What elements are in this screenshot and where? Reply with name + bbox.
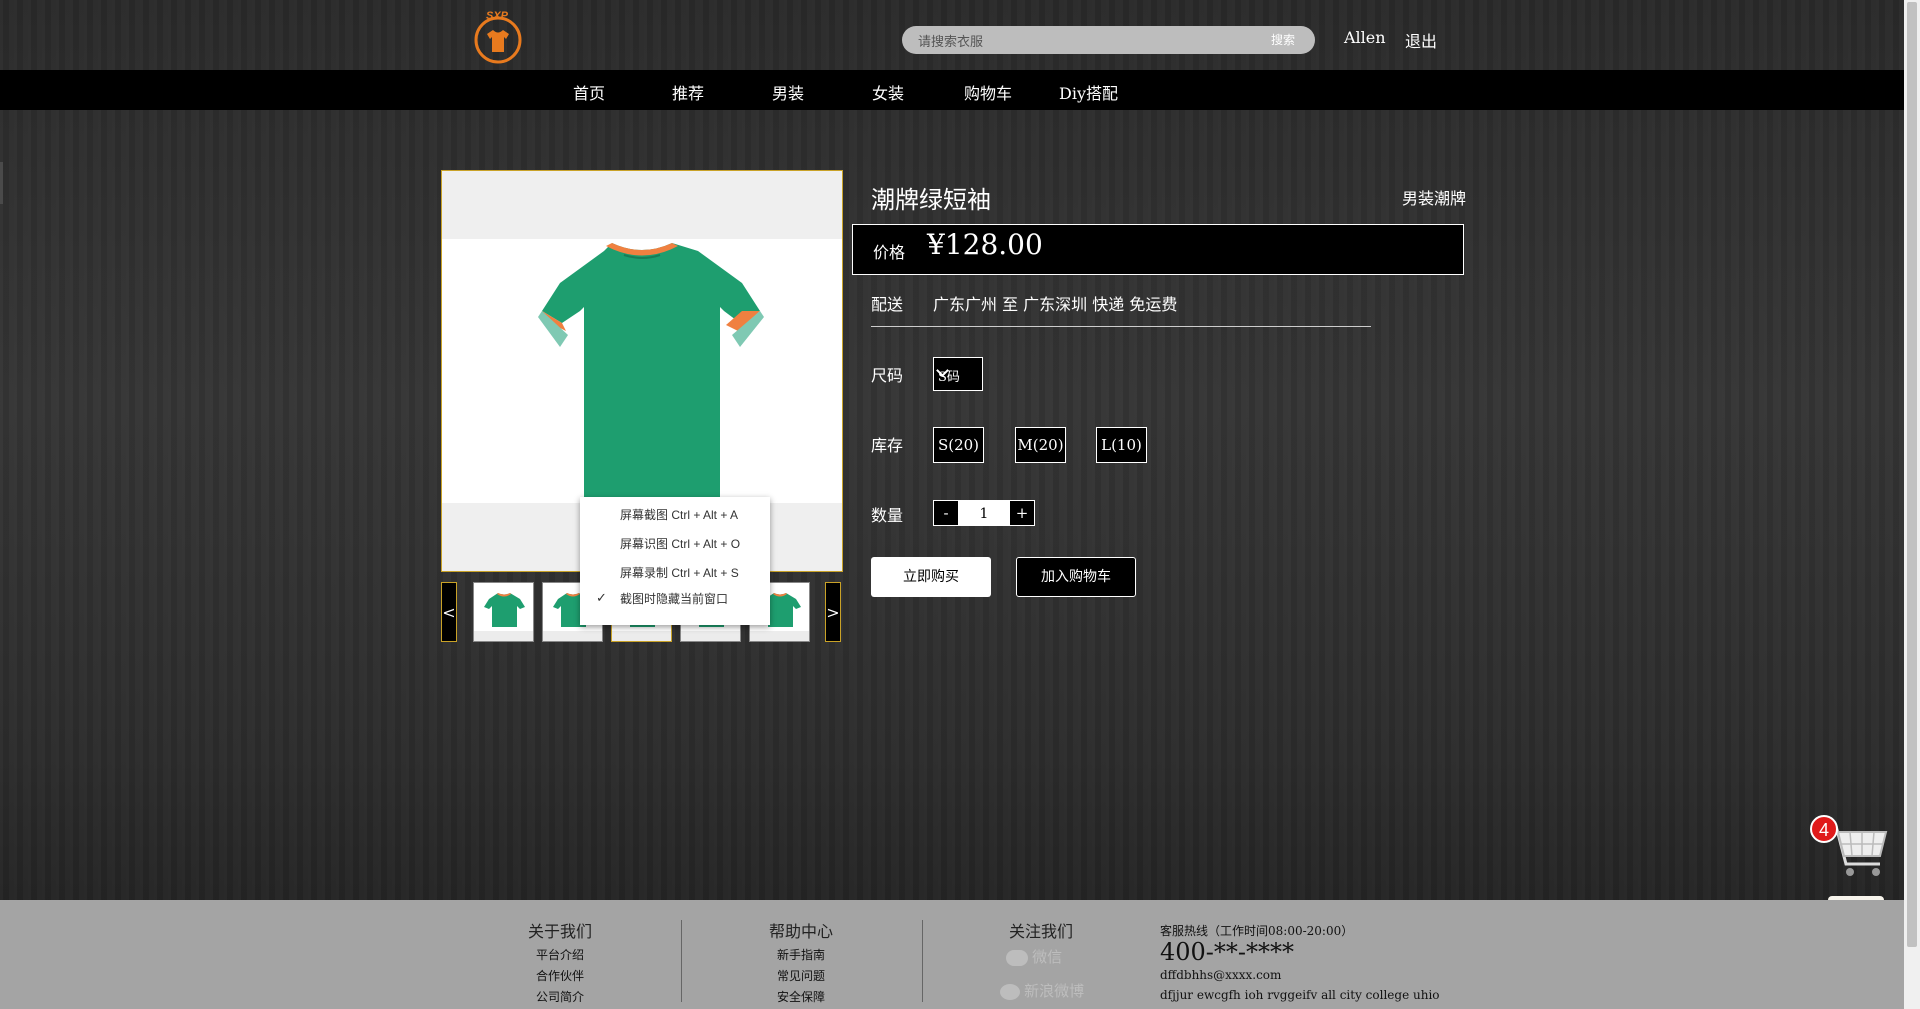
scrollbar-thumb[interactable] xyxy=(1907,2,1917,947)
footer-link-faq[interactable]: 常见问题 xyxy=(757,967,845,984)
shipping-value: 广东广州 至 广东深圳 快递 免运费 xyxy=(933,295,1178,314)
size-select[interactable]: S码 xyxy=(933,357,983,391)
stock-option-m[interactable]: M(20) xyxy=(1015,427,1066,463)
footer-link-platform[interactable]: 平台介绍 xyxy=(516,946,604,963)
search-bar: 搜索 xyxy=(902,26,1315,54)
contact-email[interactable]: dffdbhhs@xxxx.com xyxy=(1160,968,1281,982)
site-logo[interactable]: SXP xyxy=(470,10,526,64)
quantity-decrease-button[interactable]: - xyxy=(933,500,959,526)
footer-link-company[interactable]: 公司简介 xyxy=(516,988,604,1005)
username[interactable]: Allen xyxy=(1344,28,1386,47)
quantity-input[interactable]: 1 xyxy=(959,500,1009,526)
main-nav: 首页 推荐 男装 女装 购物车 Diy搭配 xyxy=(0,70,1904,110)
wechat-label: 微信 xyxy=(1032,949,1063,966)
hotline-phone: 400-**-**** xyxy=(1160,938,1295,966)
thumbnail-prev-button[interactable]: < xyxy=(441,582,457,642)
weibo-icon xyxy=(1000,984,1020,1001)
wechat-link[interactable]: 微信 xyxy=(1006,946,1062,967)
weibo-label: 新浪微博 xyxy=(1024,983,1085,1000)
footer-help-title: 帮助中心 xyxy=(768,922,833,941)
footer-follow-title: 关注我们 xyxy=(1008,922,1073,941)
logo-text: SXP xyxy=(486,10,509,22)
weibo-link[interactable]: 新浪微博 xyxy=(1000,980,1084,1001)
thumbnail-next-button[interactable]: > xyxy=(825,582,841,642)
price-label: 价格 xyxy=(873,243,906,262)
thumbnail-1[interactable] xyxy=(473,582,534,642)
side-marker xyxy=(0,162,3,204)
context-menu-item-hide-window[interactable]: 截图时隐藏当前窗口 xyxy=(620,589,728,609)
quantity-increase-button[interactable]: + xyxy=(1009,500,1035,526)
add-to-cart-button[interactable]: 加入购物车 xyxy=(1016,557,1136,597)
footer-link-security[interactable]: 安全保障 xyxy=(757,988,845,1005)
footer-help: 帮助中心 新手指南 常见问题 安全保障 xyxy=(757,900,845,1005)
nav-item-recommend[interactable]: 推荐 xyxy=(672,80,704,104)
nav-item-men[interactable]: 男装 xyxy=(772,80,804,104)
search-button[interactable]: 搜索 xyxy=(1271,31,1295,48)
product-title: 潮牌绿短袖 xyxy=(871,186,991,214)
stock-option-l[interactable]: L(10) xyxy=(1096,427,1147,463)
wechat-icon xyxy=(1006,950,1028,967)
divider xyxy=(871,326,1371,327)
footer: 关于我们 平台介绍 合作伙伴 公司简介 帮助中心 新手指南 常见问题 安全保障 … xyxy=(0,900,1904,1009)
contact-address: dfjjur ewcgfh ioh rvggeifv all city coll… xyxy=(1160,988,1440,1002)
shipping-label: 配送 xyxy=(871,295,904,314)
price-value: ¥128.00 xyxy=(927,228,1043,261)
nav-item-diy[interactable]: Diy搭配 xyxy=(1059,80,1118,104)
footer-follow: 关注我们 xyxy=(997,900,1085,942)
stock-label: 库存 xyxy=(871,436,904,455)
footer-link-guide[interactable]: 新手指南 xyxy=(757,946,845,963)
page: SXP 搜索 Allen 退出 首页 推荐 男装 女装 购物车 Diy搭配 xyxy=(0,0,1904,1009)
context-menu-item-record[interactable]: 屏幕录制 Ctrl + Alt + S xyxy=(620,563,739,583)
size-label: 尺码 xyxy=(871,366,904,385)
cart-count-badge: 4 xyxy=(1810,815,1838,843)
price-box: 价格 ¥128.00 xyxy=(852,224,1464,275)
nav-item-cart[interactable]: 购物车 xyxy=(964,80,1012,104)
page-scrollbar[interactable] xyxy=(1904,0,1920,1009)
buy-now-button[interactable]: 立即购买 xyxy=(871,557,991,597)
context-menu-item-screenshot[interactable]: 屏幕截图 Ctrl + Alt + A xyxy=(620,505,738,525)
stock-option-s[interactable]: S(20) xyxy=(933,427,984,463)
header: SXP 搜索 Allen 退出 xyxy=(0,0,1904,70)
quantity-label: 数量 xyxy=(871,506,904,525)
footer-about: 关于我们 平台介绍 合作伙伴 公司简介 xyxy=(516,900,604,1005)
context-menu-item-ocr[interactable]: 屏幕识图 Ctrl + Alt + O xyxy=(620,534,740,554)
product-brand[interactable]: 男装潮牌 xyxy=(1402,185,1466,209)
context-menu: 屏幕截图 Ctrl + Alt + A 屏幕识图 Ctrl + Alt + O … xyxy=(580,497,770,625)
nav-item-women[interactable]: 女装 xyxy=(872,80,904,104)
nav-item-home[interactable]: 首页 xyxy=(573,80,605,104)
checkmark-icon: ✓ xyxy=(596,590,607,605)
logout-link[interactable]: 退出 xyxy=(1405,28,1437,52)
hotline-label: 客服热线（工作时间08:00-20:00） xyxy=(1160,924,1354,938)
footer-link-partners[interactable]: 合作伙伴 xyxy=(516,967,604,984)
search-input[interactable] xyxy=(916,29,1220,53)
footer-about-title: 关于我们 xyxy=(527,922,592,941)
